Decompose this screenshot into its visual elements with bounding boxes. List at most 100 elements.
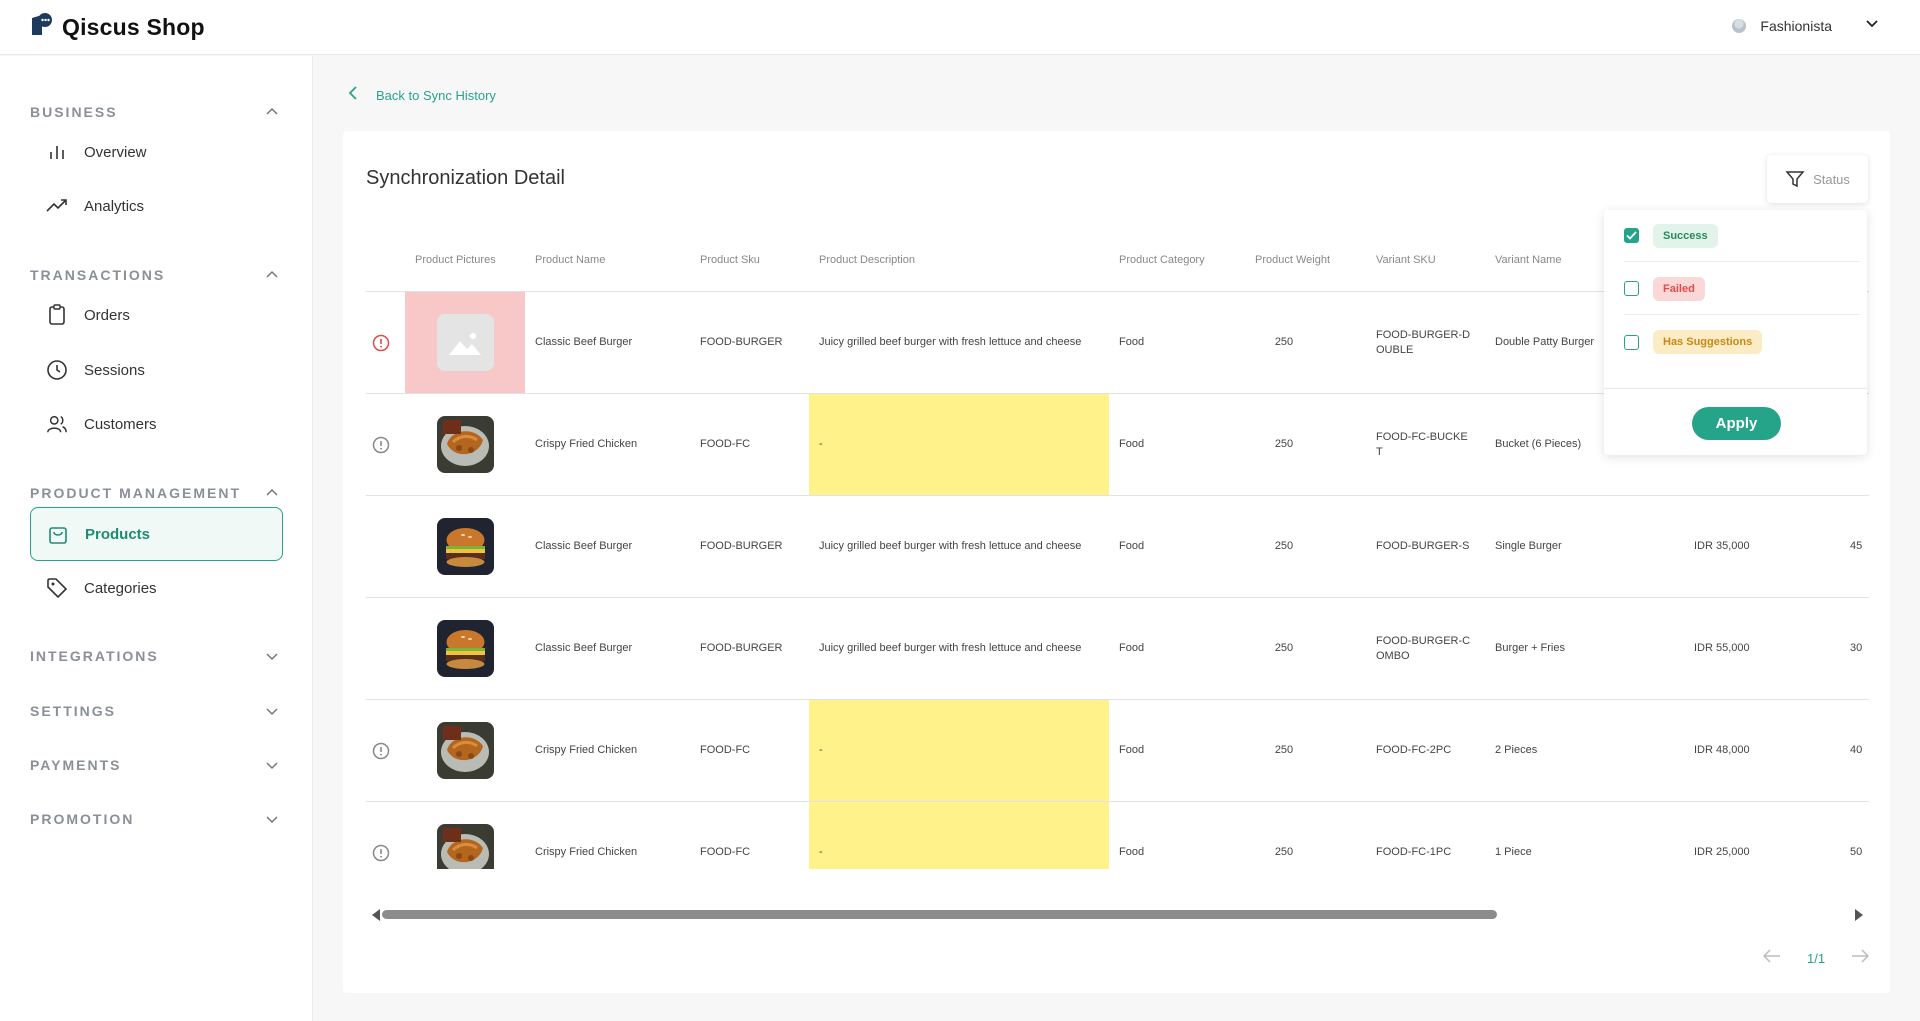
cell-description: Juicy grilled beef burger with fresh let… <box>819 642 1082 654</box>
cell-description: Juicy grilled beef burger with fresh let… <box>819 540 1082 552</box>
scroll-left-icon[interactable] <box>371 909 381 921</box>
sidebar-item-overview[interactable]: Overview <box>30 125 283 179</box>
app-name: Qiscus Shop <box>62 14 205 40</box>
cell-price: IDR 25,000 <box>1694 846 1750 858</box>
col-header: Product Weight <box>1255 254 1331 266</box>
cell-variant-name: Single Burger <box>1495 540 1562 552</box>
sidebar-item-sessions[interactable]: Sessions <box>30 343 283 397</box>
cell-sku: FOOD-FC <box>700 846 751 858</box>
section-label: TRANSACTIONS <box>30 267 166 283</box>
scroll-right-icon[interactable] <box>1854 909 1864 921</box>
chevron-down-icon <box>266 816 278 824</box>
chevron-down-icon <box>266 762 278 770</box>
cell-name: Classic Beef Burger <box>535 642 633 654</box>
section-product-management[interactable]: PRODUCT MANAGEMENT <box>30 482 282 504</box>
back-link-label: Back to Sync History <box>376 88 496 103</box>
section-settings[interactable]: SETTINGS <box>30 700 282 722</box>
cell-sku: FOOD-BURGER <box>700 642 783 654</box>
trend-icon <box>46 195 68 217</box>
table-row[interactable]: Crispy Fried Chicken FOOD-FC - Food 250 FOOD-… <box>366 700 1869 802</box>
cell-variant-sku: FOOD-FC-2PC <box>1376 744 1452 756</box>
cell-category: Food <box>1119 846 1145 858</box>
section-transactions[interactable]: TRANSACTIONS <box>30 264 282 286</box>
back-to-sync-history-link[interactable]: Back to Sync History <box>348 86 496 105</box>
pagination: 1/1 <box>1762 949 1870 968</box>
bag-icon <box>47 523 69 545</box>
warning-status-icon[interactable] <box>372 700 392 801</box>
table-row[interactable]: Classic Beef Burger FOOD-BURGER Juicy gril… <box>366 598 1869 700</box>
sidebar-item-products[interactable]: Products <box>30 507 283 561</box>
warning-status-icon[interactable] <box>372 394 392 495</box>
section-business[interactable]: BUSINESS <box>30 101 282 123</box>
prev-page-icon[interactable] <box>1762 949 1781 968</box>
image-placeholder-icon <box>436 314 494 371</box>
sidebar-item-orders[interactable]: Orders <box>30 288 283 342</box>
sidebar-item-customers[interactable]: Customers <box>30 397 283 451</box>
avatar <box>1732 18 1747 33</box>
section-label: INTEGRATIONS <box>30 648 159 664</box>
horizontal-scrollbar[interactable] <box>366 906 1869 922</box>
col-header: Product Pictures <box>415 254 496 266</box>
status-badge-failed: Failed <box>1653 276 1705 301</box>
cell-description: Juicy grilled beef burger with fresh let… <box>819 336 1082 348</box>
cell-category: Food <box>1119 438 1145 450</box>
cell-variant-sku: FOOD-BURGER-S <box>1376 540 1470 552</box>
sidebar-item-categories[interactable]: Categories <box>30 561 283 615</box>
col-header: Variant SKU <box>1376 254 1436 266</box>
cell-category: Food <box>1119 744 1145 756</box>
cell-category: Food <box>1119 540 1145 552</box>
product-thumbnail <box>436 416 494 473</box>
cell-sku: FOOD-FC <box>700 438 751 450</box>
chevron-up-icon <box>266 488 278 496</box>
product-picture <box>405 292 525 393</box>
sidebar-item-label: Categories <box>84 579 157 597</box>
cell-variant-name: 2 Pieces <box>1495 744 1538 756</box>
cell-stock: 50 <box>1850 846 1863 858</box>
warning-status-icon[interactable] <box>372 802 392 869</box>
col-header: Variant Name <box>1495 254 1562 266</box>
table-row[interactable]: Crispy Fried Chicken FOOD-FC - Food 250 FOOD-… <box>366 802 1869 869</box>
checkbox-failed[interactable] <box>1624 281 1639 296</box>
filter-option-has-suggestions[interactable]: Has Suggestions <box>1624 316 1860 368</box>
cell-variant-name: 1 Piece <box>1495 846 1532 858</box>
table-row[interactable]: Classic Beef Burger FOOD-BURGER Juicy gril… <box>366 496 1869 598</box>
status-filter-button[interactable]: Status <box>1767 155 1868 203</box>
cell-weight: 250 <box>1274 642 1294 654</box>
cell-weight: 250 <box>1274 438 1294 450</box>
apply-button[interactable]: Apply <box>1692 407 1781 440</box>
top-bar: Qiscus Shop Fashionista <box>0 0 1920 55</box>
section-promotion[interactable]: PROMOTION <box>30 808 282 830</box>
next-page-icon[interactable] <box>1851 949 1870 968</box>
cell-description: - <box>809 700 1109 801</box>
cell-price: IDR 48,000 <box>1694 744 1750 756</box>
page-title: Synchronization Detail <box>366 167 565 189</box>
filter-option-success[interactable]: Success <box>1624 210 1860 262</box>
section-integrations[interactable]: INTEGRATIONS <box>30 645 282 667</box>
product-picture <box>405 496 525 597</box>
error-status-icon[interactable] <box>372 292 392 393</box>
chevron-down-icon <box>1864 15 1880 36</box>
cell-sku: FOOD-BURGER <box>700 540 783 552</box>
chevron-left-icon <box>348 86 358 105</box>
cell-name: Crispy Fried Chicken <box>535 438 638 450</box>
cell-name: Classic Beef Burger <box>535 540 633 552</box>
checkbox-success[interactable] <box>1624 228 1639 243</box>
sidebar-item-analytics[interactable]: Analytics <box>30 179 283 233</box>
sidebar-item-label: Products <box>85 525 151 543</box>
brand[interactable]: Qiscus Shop <box>28 12 205 43</box>
user-menu[interactable]: Fashionista <box>1732 15 1880 36</box>
chevron-down-icon <box>266 708 278 716</box>
scrollbar-thumb[interactable] <box>382 910 1497 919</box>
cell-stock: 40 <box>1850 744 1863 756</box>
product-picture <box>405 700 525 801</box>
cell-variant-sku: FOOD-FC-1PC <box>1376 846 1452 858</box>
filter-option-failed[interactable]: Failed <box>1624 263 1860 315</box>
checkbox-has-suggestions[interactable] <box>1624 334 1639 350</box>
user-name: Fashionista <box>1760 17 1832 34</box>
sidebar: BUSINESS Overview Analytics TRANSACTIONS… <box>0 56 313 1021</box>
product-thumbnail <box>436 518 494 575</box>
status-badge-has-suggestions: Has Suggestions <box>1653 330 1763 354</box>
cell-name: Crispy Fried Chicken <box>535 846 638 858</box>
product-picture <box>405 394 525 495</box>
section-payments[interactable]: PAYMENTS <box>30 754 282 776</box>
